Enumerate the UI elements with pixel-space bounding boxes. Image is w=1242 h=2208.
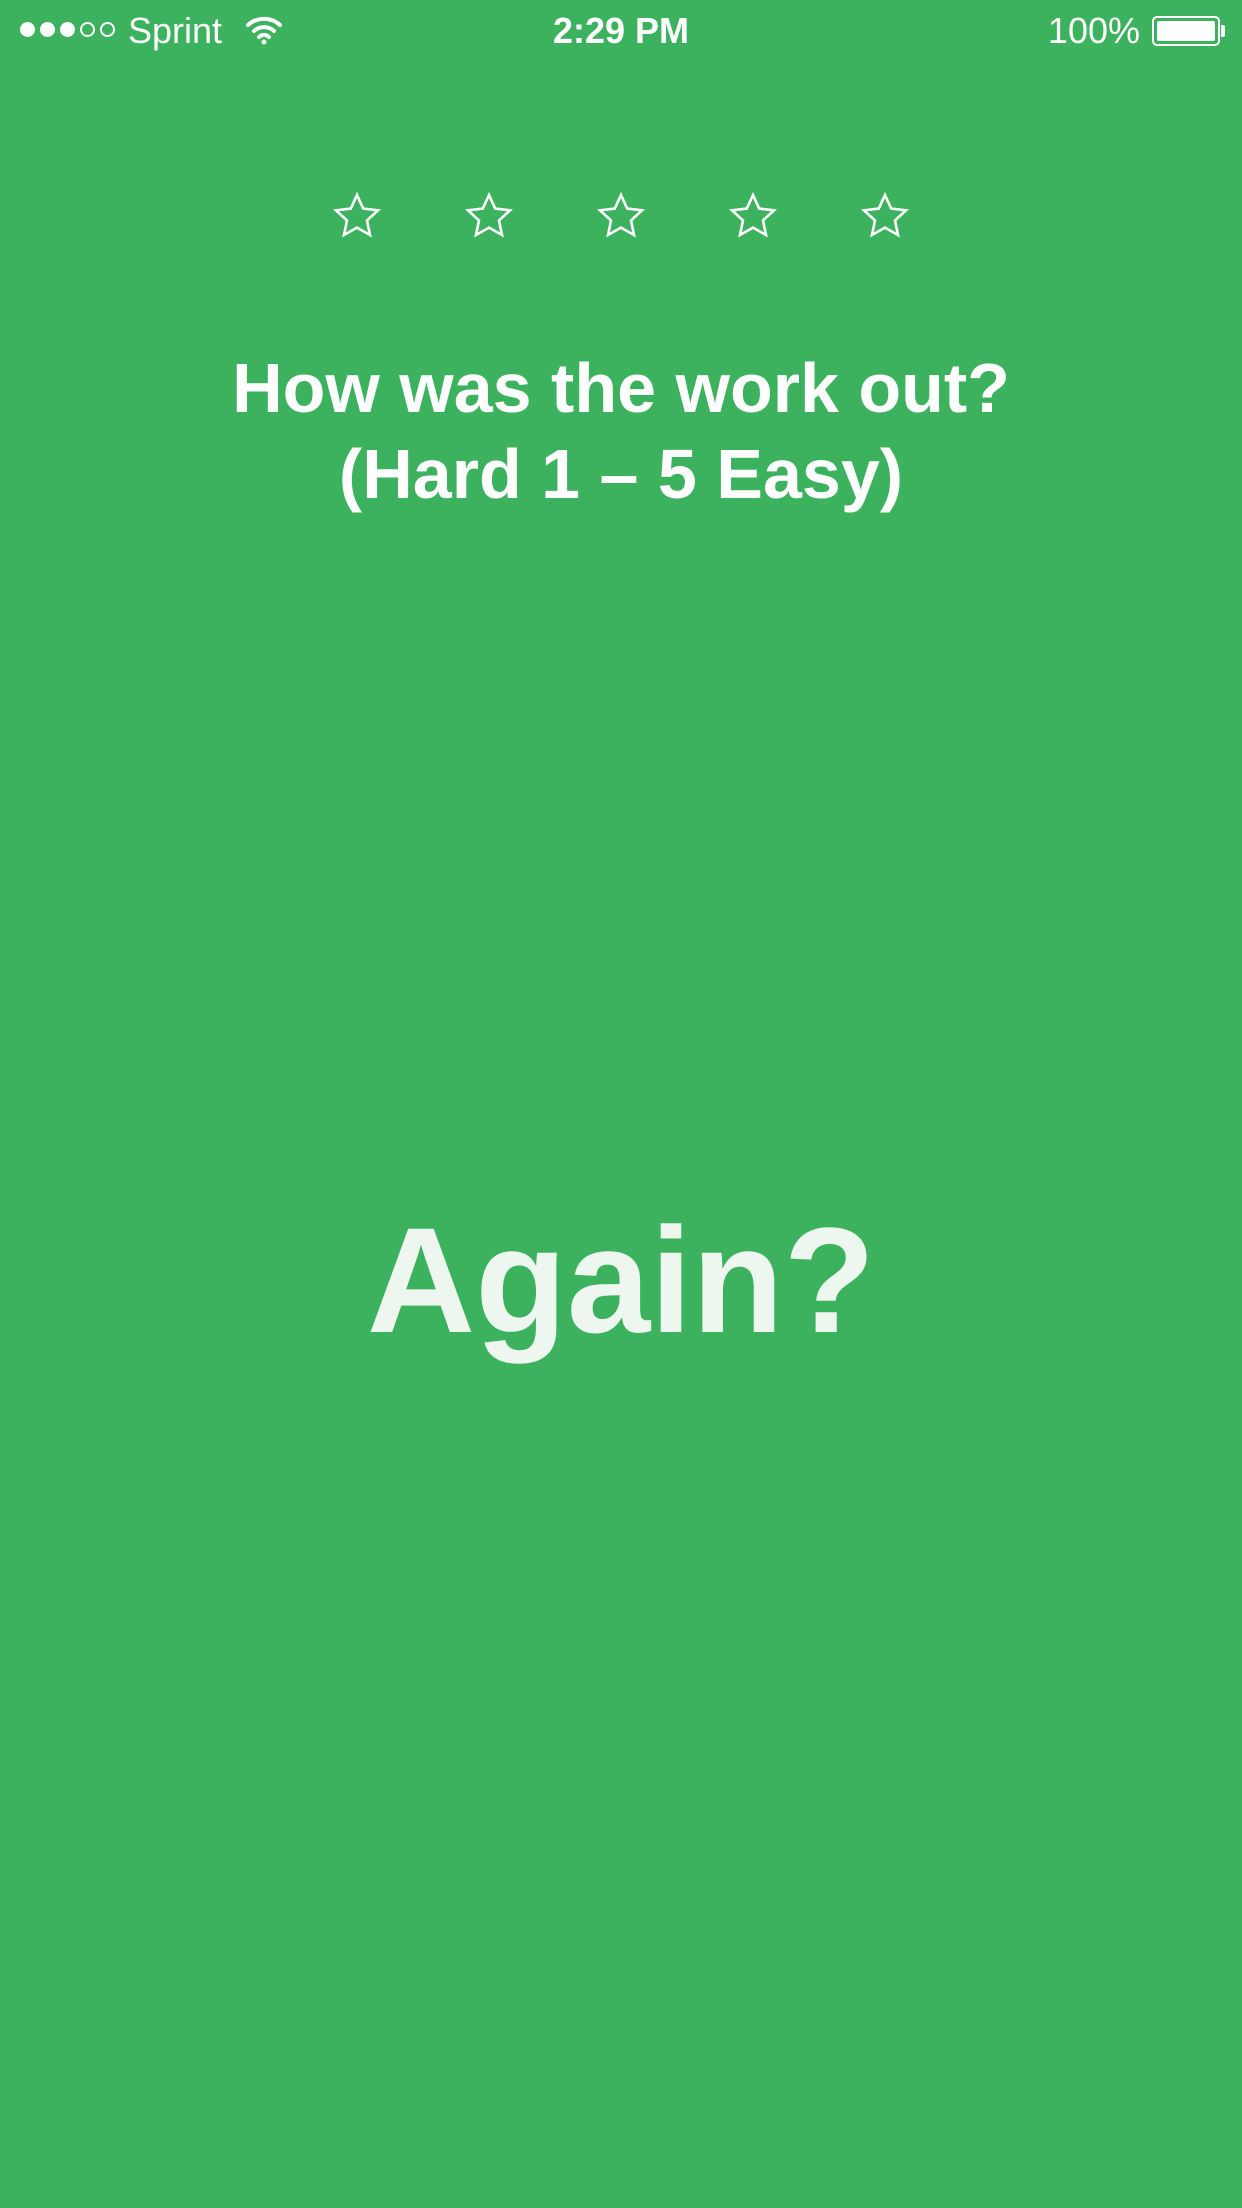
star-icon-3[interactable] <box>597 192 645 240</box>
star-rating <box>0 192 1242 240</box>
star-icon-1[interactable] <box>333 192 381 240</box>
rating-question: How was the work out? (Hard 1 – 5 Easy) <box>0 345 1242 517</box>
battery-icon <box>1152 16 1220 46</box>
battery-percentage: 100% <box>1047 10 1140 51</box>
status-bar: Sprint 2:29 PM 100% <box>0 0 1242 62</box>
battery-fill <box>1157 21 1215 41</box>
star-icon-4[interactable] <box>729 192 777 240</box>
question-line-1: How was the work out? <box>232 349 1010 427</box>
again-button[interactable]: Again? <box>0 1190 1242 1370</box>
star-icon-5[interactable] <box>861 192 909 240</box>
battery-tip <box>1221 25 1225 37</box>
question-line-2: (Hard 1 – 5 Easy) <box>338 435 904 513</box>
star-icon-2[interactable] <box>465 192 513 240</box>
